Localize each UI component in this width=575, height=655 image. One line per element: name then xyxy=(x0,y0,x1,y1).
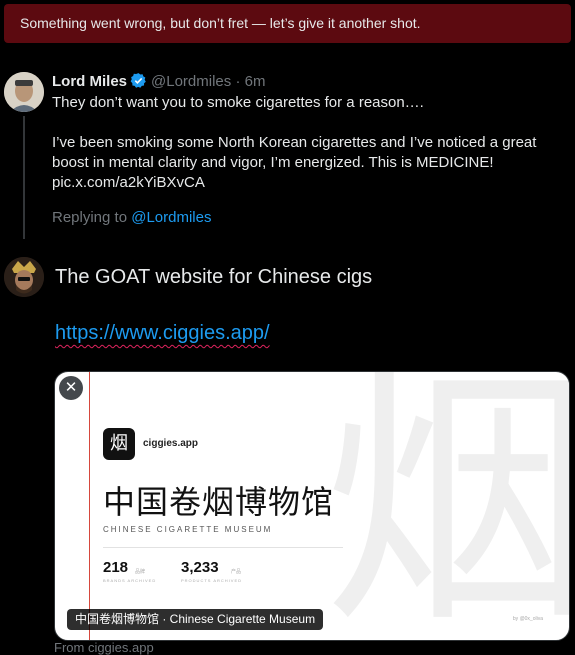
card-accent-line xyxy=(89,372,90,640)
thread-connector-line xyxy=(23,116,25,239)
verified-badge-icon xyxy=(130,72,147,95)
link-preview-card[interactable]: 烟 ✕ 烟 ciggies.app 中国卷烟博物馆 CHINESE CIGARE… xyxy=(54,371,570,641)
avatar-image xyxy=(4,257,44,297)
remove-card-button[interactable]: ✕ xyxy=(59,376,83,400)
stat-products-value: 3,233 xyxy=(181,559,219,576)
stat-brands-value: 218 xyxy=(103,559,129,576)
post-text-line: They don’t want you to smoke cigarettes … xyxy=(52,94,424,111)
author-handle[interactable]: @Lordmiles xyxy=(151,73,231,90)
avatar-current-user[interactable] xyxy=(4,257,44,297)
site-logo-icon: 烟 xyxy=(103,428,135,460)
card-credit: by @0x_oliva xyxy=(512,616,543,622)
post-header: Lord Miles @Lordmiles · 6m xyxy=(52,72,265,95)
site-name: ciggies.app xyxy=(143,438,199,449)
replying-to-label: Replying to xyxy=(52,209,128,226)
card-caption: 中国卷烟博物馆 · Chinese Cigarette Museum xyxy=(67,609,324,630)
error-message: Something went wrong, but don’t fret — l… xyxy=(20,15,421,31)
compose-textarea[interactable]: The GOAT website for Chinese cigs xyxy=(55,263,372,291)
compose-link-text[interactable]: https://www.ciggies.app/ xyxy=(55,319,270,347)
stat-products-unit: 产品 xyxy=(231,569,242,575)
replying-to: Replying to @Lordmiles xyxy=(52,208,211,228)
card-title: 中国卷烟博物馆 xyxy=(103,483,335,521)
header-separator: · xyxy=(235,73,241,90)
post-text-line: boost in mental clarity and vigor, I’m e… xyxy=(52,154,494,171)
stat-products-label: PRODUCTS ARCHIVED xyxy=(181,578,243,583)
avatar-lord-miles[interactable] xyxy=(4,72,44,112)
replying-to-handle[interactable]: @Lordmiles xyxy=(131,209,211,226)
post-timestamp[interactable]: 6m xyxy=(245,73,266,90)
avatar-image xyxy=(4,72,44,112)
card-subtitle: CHINESE CIGARETTE MUSEUM xyxy=(103,525,273,534)
stat-brands-label: BRANDS ARCHIVED xyxy=(103,578,157,583)
author-name[interactable]: Lord Miles xyxy=(52,73,127,90)
post-text-line: I’ve been smoking some North Korean ciga… xyxy=(52,134,537,151)
error-banner: Something went wrong, but don’t fret — l… xyxy=(4,4,571,43)
post-media-link[interactable]: pic.x.com/a2kYiBXvCA xyxy=(52,173,205,193)
card-divider xyxy=(103,547,343,548)
card-watermark: 烟 xyxy=(323,371,570,641)
stat-brands-unit: 品牌 xyxy=(135,569,146,575)
